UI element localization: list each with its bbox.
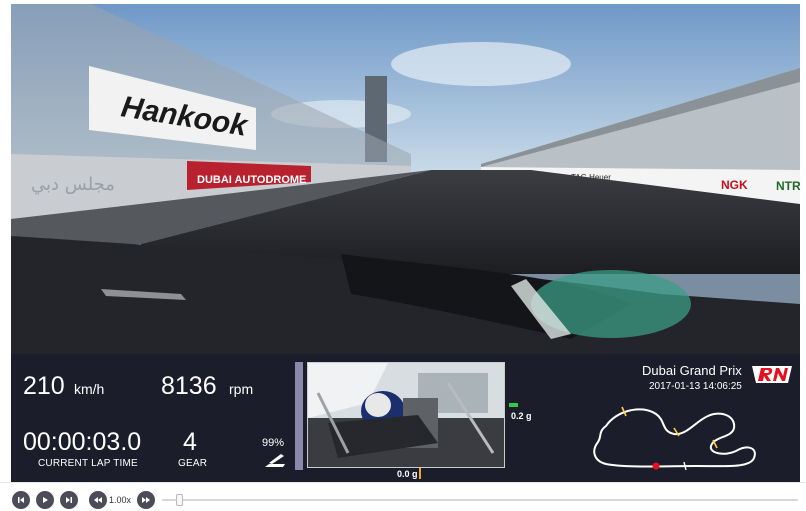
telemetry-video-player: Hankook DUBAI AUTODROME مجلس دبي NGK NTR… (0, 0, 806, 511)
main-onboard-video[interactable]: Hankook DUBAI AUTODROME مجلس دبي NGK NTR… (11, 4, 800, 354)
rewind-button[interactable] (89, 491, 107, 509)
longitudinal-g-value: 0.2 g (511, 411, 532, 421)
speed-value: 210 (23, 372, 65, 400)
current-lap-time-label: CURRENT LAP TIME (38, 458, 138, 469)
skip-forward-icon (66, 497, 72, 503)
track-map (593, 406, 756, 471)
rpm-unit: rpm (229, 381, 254, 397)
ntr-sign-text: NTR (776, 179, 800, 193)
speed-unit: km/h (74, 381, 105, 397)
fast-forward-icon (142, 497, 150, 503)
track-position-marker (652, 462, 660, 470)
timeline-scrubber[interactable] (176, 494, 183, 506)
skip-back-icon (18, 497, 24, 503)
skip-forward-button[interactable] (60, 491, 78, 509)
cabin-camera-video[interactable] (307, 362, 505, 468)
telemetry-panel: 210 km/h 8136 rpm 00:00:03.0 CURRENT LAP… (11, 354, 800, 482)
gear-value: 4 (183, 428, 197, 456)
arabic-sign-text: مجلس دبي (31, 174, 115, 195)
play-icon (43, 497, 48, 503)
autodrome-sign-text: DUBAI AUTODROME (197, 174, 306, 186)
play-button[interactable] (36, 491, 54, 509)
event-datetime: 2017-01-13 14:06:25 (649, 381, 742, 392)
rpm-value: 8136 (161, 372, 217, 400)
event-name: Dubai Grand Prix (642, 363, 742, 378)
ngk-sign-text: NGK (721, 178, 748, 192)
fast-forward-button[interactable] (137, 491, 155, 509)
lateral-g-value: 0.0 g (397, 469, 418, 479)
pedal-icon (265, 454, 285, 467)
playback-speed-label: 1.00x (109, 495, 132, 505)
accent-bar (295, 362, 303, 470)
timeline-track[interactable] (162, 499, 798, 501)
playback-bar: 1.00x (0, 482, 806, 511)
current-lap-time-value: 00:00:03.0 (23, 428, 142, 456)
rewind-icon (94, 497, 102, 503)
lateral-g-indicator (419, 468, 421, 479)
cabin-camera-scene (308, 363, 504, 467)
gear-label: GEAR (178, 458, 208, 469)
throttle-percent: 99% (262, 437, 285, 449)
skip-back-button[interactable] (12, 491, 30, 509)
longitudinal-g-indicator (509, 403, 518, 407)
video-frame-scene: Hankook DUBAI AUTODROME مجلس دبي NGK NTR… (11, 4, 800, 354)
rn-logo (752, 366, 792, 383)
